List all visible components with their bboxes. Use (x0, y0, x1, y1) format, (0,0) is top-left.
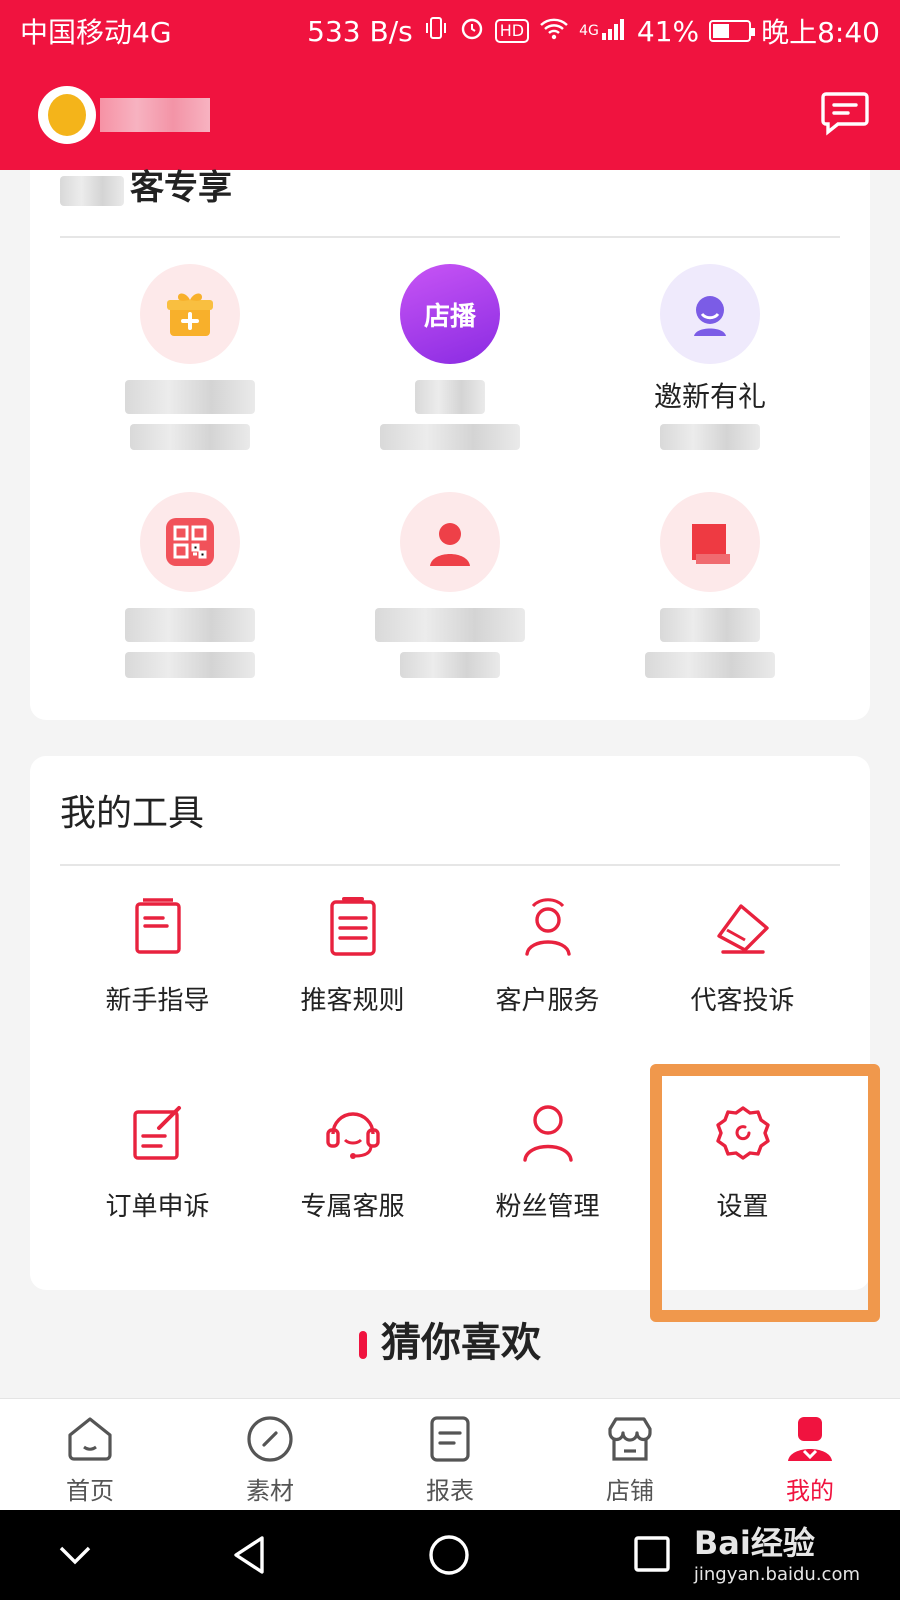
promo-sub-redacted (130, 424, 250, 450)
profile-header (0, 62, 900, 170)
battery-percent: 41% (636, 14, 700, 48)
promo-label-redacted (125, 380, 255, 414)
promo-label-redacted (660, 608, 760, 642)
signal-type: 4G (579, 23, 599, 39)
net-speed: 533 B/s (307, 14, 413, 48)
tab-label: 素材 (246, 1477, 294, 1505)
promo-sub-redacted (645, 652, 775, 678)
bottom-tab-bar: 首页 素材 报表 店铺 我的 (0, 1398, 900, 1510)
order-appeal-icon (132, 1106, 181, 1160)
promo-sub-redacted (125, 652, 255, 678)
vibrate-icon (423, 15, 449, 48)
chevron-down-icon[interactable] (55, 1540, 95, 1570)
exclusive-card: 客专享 店播 邀新有礼 (30, 170, 870, 720)
battery-icon (709, 20, 756, 42)
fans-icon (522, 1105, 573, 1162)
settings-highlight-box (650, 1064, 880, 1322)
title-prefix-redacted (60, 176, 124, 206)
person-icon (400, 492, 500, 592)
home-nav-icon[interactable] (428, 1534, 470, 1576)
promo-label-redacted (125, 608, 255, 642)
promo-label-redacted (375, 608, 525, 642)
material-icon (247, 1416, 293, 1462)
wifi-icon (539, 15, 569, 48)
tool-headset[interactable]: 专属客服 (255, 1072, 450, 1278)
watermark: Bai经验 jingyan.baidu.com (694, 1518, 860, 1585)
exclusive-grid: 店播 邀新有礼 (60, 238, 840, 694)
tool-label: 代客投诉 (690, 986, 795, 1016)
headset-icon (325, 1112, 380, 1159)
tool-label: 订单申诉 (105, 1192, 210, 1222)
status-bar: 中国移动4G 533 B/s HD 4G 41% 晚上8:40 (0, 0, 900, 62)
promo-label-redacted (415, 380, 485, 414)
tool-rules[interactable]: 推客规则 (255, 866, 450, 1072)
watermark-brand: Bai经验 (693, 1524, 815, 1562)
promo-sub-redacted (400, 652, 500, 678)
rules-icon (329, 897, 376, 956)
promo-member[interactable] (580, 466, 840, 694)
recommend-heading: 猜你喜欢 (0, 1310, 900, 1368)
tool-label: 新手指导 (105, 986, 210, 1016)
watermark-url: jingyan.baidu.com (693, 1564, 860, 1585)
promo-live[interactable]: 店播 (320, 238, 580, 466)
tab-report[interactable]: 报表 (360, 1399, 540, 1510)
promo-group[interactable] (60, 466, 320, 694)
hd-badge: HD (494, 19, 530, 43)
promo-invite-label: 邀新有礼 (653, 380, 766, 413)
customer-service-icon (524, 898, 571, 956)
alarm-icon (459, 15, 485, 48)
book-icon (660, 492, 760, 592)
store-icon (608, 1417, 652, 1461)
gift-icon (140, 264, 240, 364)
message-icon[interactable] (820, 90, 870, 136)
tab-label: 首页 (66, 1477, 114, 1505)
username-redacted (100, 98, 210, 132)
tab-label: 店铺 (606, 1477, 654, 1505)
tool-label: 粉丝管理 (495, 1192, 600, 1222)
clock: 晚上8:40 (761, 16, 880, 49)
profile-icon (788, 1417, 832, 1461)
tab-store[interactable]: 店铺 (540, 1399, 720, 1510)
heading-accent-bar (359, 1331, 367, 1359)
promo-sub-redacted (380, 424, 520, 450)
tools-title: 我的工具 (60, 793, 205, 834)
carrier-label: 中国移动4G (20, 16, 172, 49)
tab-label: 报表 (426, 1477, 474, 1505)
tool-customer-service[interactable]: 客户服务 (450, 866, 645, 1072)
promo-invite[interactable]: 邀新有礼 (580, 238, 840, 466)
live-icon: 店播 (400, 264, 500, 364)
promo-follow[interactable] (320, 466, 580, 694)
tool-label: 客户服务 (495, 986, 600, 1016)
promo-reward[interactable] (60, 238, 320, 466)
tab-label: 我的 (786, 1477, 834, 1505)
tool-label: 专属客服 (300, 1192, 405, 1222)
report-icon (430, 1416, 470, 1462)
recommend-title: 猜你喜欢 (381, 1320, 541, 1366)
complaint-icon (716, 904, 769, 954)
tab-profile[interactable]: 我的 (720, 1399, 900, 1510)
avatar[interactable] (38, 86, 96, 144)
home-icon (68, 1417, 112, 1461)
tool-label: 推客规则 (300, 986, 405, 1016)
tool-fans[interactable]: 粉丝管理 (450, 1072, 645, 1278)
qr-code-icon (140, 492, 240, 592)
exclusive-title: 客专享 (130, 168, 232, 208)
tool-order-appeal[interactable]: 订单申诉 (60, 1072, 255, 1278)
invite-icon (660, 264, 760, 364)
promo-sub-redacted (660, 424, 760, 450)
tab-home[interactable]: 首页 (0, 1399, 180, 1510)
system-nav-bar: Bai经验 jingyan.baidu.com (0, 1510, 900, 1600)
recents-icon[interactable] (632, 1534, 672, 1574)
back-icon[interactable] (228, 1534, 270, 1576)
tool-guide[interactable]: 新手指导 (60, 866, 255, 1072)
guide-icon (134, 898, 181, 954)
signal-icon (601, 15, 627, 48)
tab-material[interactable]: 素材 (180, 1399, 360, 1510)
tool-complaint[interactable]: 代客投诉 (645, 866, 840, 1072)
